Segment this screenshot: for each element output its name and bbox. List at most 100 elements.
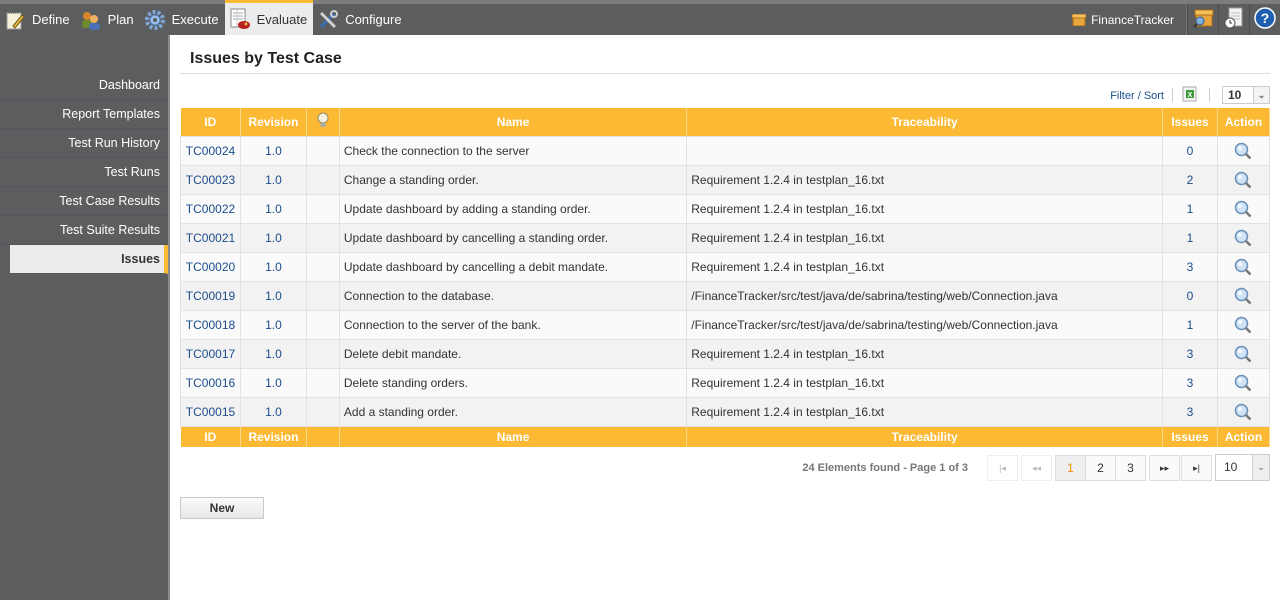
cell-issues: 3 (1162, 367, 1218, 398)
col-traceability[interactable]: Traceability (686, 108, 1164, 136)
cell-traceability: Requirement 1.2.4 in testplan_16.txt (686, 367, 1164, 398)
col-revision[interactable]: Revision (240, 108, 307, 136)
nav-evaluate[interactable]: Evaluate (224, 0, 314, 35)
excel-export-icon[interactable]: X (1182, 86, 1198, 102)
cell-hint (305, 222, 340, 253)
cell-hint (305, 251, 340, 282)
magnifier-icon[interactable] (1234, 229, 1252, 247)
cell-action (1216, 309, 1271, 340)
test-case-id-link[interactable]: TC00023 (186, 173, 235, 187)
page-3-button[interactable]: 3 (1115, 455, 1146, 481)
revision-link[interactable]: 1.0 (265, 289, 282, 303)
page-size-select-bottom[interactable]: 10 ⌄ (1215, 454, 1270, 481)
test-case-id-link[interactable]: TC00017 (186, 347, 235, 361)
sidebar-item-test-case-results[interactable]: Test Case Results (0, 187, 168, 216)
test-case-id-link[interactable]: TC00016 (186, 376, 235, 390)
issues-count-link[interactable]: 1 (1187, 318, 1194, 332)
col-issues[interactable]: Issues (1162, 108, 1218, 136)
filter-sort-link[interactable]: Filter / Sort (1110, 90, 1164, 102)
issues-count-link[interactable]: 3 (1187, 260, 1194, 274)
issues-count-link[interactable]: 0 (1187, 144, 1194, 158)
magnifier-icon[interactable] (1234, 403, 1252, 421)
help-button[interactable]: ? (1249, 4, 1280, 35)
cell-hint (305, 193, 340, 224)
test-case-id-link[interactable]: TC00024 (186, 144, 235, 158)
revision-link[interactable]: 1.0 (265, 405, 282, 419)
test-case-id-link[interactable]: TC00015 (186, 405, 235, 419)
new-button[interactable]: New (180, 497, 264, 519)
cell-issues: 0 (1162, 135, 1218, 166)
nav-execute[interactable]: Execute (140, 4, 225, 35)
nav-plan[interactable]: Plan (76, 4, 140, 35)
magnifier-icon[interactable] (1234, 316, 1252, 334)
sidebar-item-test-suite-results[interactable]: Test Suite Results (0, 216, 168, 245)
gear-icon (144, 9, 166, 31)
previous-page-button[interactable]: ◂◂ (1021, 455, 1052, 481)
test-case-id-link[interactable]: TC00018 (186, 318, 235, 332)
sidebar-item-dashboard[interactable]: Dashboard (0, 71, 168, 100)
main-nav: Define Plan Execute Evaluate Configure (0, 0, 408, 35)
cell-name: Delete standing orders. (338, 367, 688, 398)
chevron-down-icon: ⌄ (1252, 455, 1269, 480)
table-row: TC00019 1.0 Connection to the database./Fi… (180, 280, 1271, 311)
users-icon (80, 9, 102, 31)
nav-plan-label: Plan (107, 12, 134, 27)
table-header-row: ID Revision Name Traceability Issues Act… (180, 108, 1271, 136)
issues-count-link[interactable]: 3 (1187, 405, 1194, 419)
cell-issues: 2 (1162, 164, 1218, 195)
nav-define-label: Define (32, 12, 70, 27)
sidebar-item-test-runs[interactable]: Test Runs (0, 158, 168, 187)
cell-action (1216, 193, 1271, 224)
test-case-id-link[interactable]: TC00020 (186, 260, 235, 274)
first-page-button[interactable]: |◂ (987, 455, 1018, 481)
magnifier-icon[interactable] (1234, 287, 1252, 305)
magnifier-icon[interactable] (1234, 171, 1252, 189)
revision-link[interactable]: 1.0 (265, 144, 282, 158)
page-size-select-top[interactable]: 10 ⌄ (1222, 86, 1270, 104)
revision-link[interactable]: 1.0 (265, 347, 282, 361)
page-size-value: 10 (1228, 88, 1242, 102)
magnifier-icon[interactable] (1234, 200, 1252, 218)
report-chart-icon (229, 8, 251, 30)
test-case-id-link[interactable]: TC00022 (186, 202, 235, 216)
magnifier-icon[interactable] (1234, 258, 1252, 276)
revision-link[interactable]: 1.0 (265, 173, 282, 187)
cell-name: Add a standing order. (338, 396, 688, 427)
next-page-button[interactable]: ▸▸ (1149, 455, 1180, 481)
last-page-button[interactable]: ▸| (1181, 455, 1212, 481)
magnifier-icon[interactable] (1234, 142, 1252, 160)
issues-count-link[interactable]: 0 (1187, 289, 1194, 303)
revision-link[interactable]: 1.0 (265, 231, 282, 245)
nav-configure[interactable]: Configure (313, 4, 407, 35)
page-size-value: 10 (1224, 460, 1238, 474)
issues-count-link[interactable]: 2 (1187, 173, 1194, 187)
table-row: TC00024 1.0 Check the connection to the se… (180, 135, 1271, 166)
sidebar-item-test-run-history[interactable]: Test Run History (0, 129, 168, 158)
project-selector[interactable]: FinanceTracker (1064, 4, 1187, 35)
top-navigation-bar: Define Plan Execute Evaluate Configure F… (0, 0, 1280, 35)
magnifier-icon[interactable] (1234, 345, 1252, 363)
revision-link[interactable]: 1.0 (265, 260, 282, 274)
test-case-id-link[interactable]: TC00019 (186, 289, 235, 303)
nav-define[interactable]: Define (0, 4, 76, 35)
page-2-button[interactable]: 2 (1085, 455, 1116, 481)
issues-count-link[interactable]: 3 (1187, 347, 1194, 361)
revision-link[interactable]: 1.0 (265, 318, 282, 332)
revision-link[interactable]: 1.0 (265, 202, 282, 216)
project-search-button[interactable] (1187, 4, 1218, 35)
issues-count-link[interactable]: 1 (1187, 231, 1194, 245)
test-case-id-link[interactable]: TC00021 (186, 231, 235, 245)
sidebar-item-report-templates[interactable]: Report Templates (0, 100, 168, 129)
cell-issues: 1 (1162, 309, 1218, 340)
col-name[interactable]: Name (339, 108, 688, 136)
cell-hint (305, 309, 340, 340)
report-history-button[interactable] (1218, 4, 1249, 35)
col-id[interactable]: ID (180, 108, 241, 136)
issues-count-link[interactable]: 1 (1187, 202, 1194, 216)
magnifier-icon[interactable] (1234, 374, 1252, 392)
chevron-down-icon: ⌄ (1253, 87, 1269, 103)
sidebar-item-issues[interactable]: Issues (10, 245, 168, 274)
issues-count-link[interactable]: 3 (1187, 376, 1194, 390)
revision-link[interactable]: 1.0 (265, 376, 282, 390)
page-1-button[interactable]: 1 (1055, 455, 1086, 481)
